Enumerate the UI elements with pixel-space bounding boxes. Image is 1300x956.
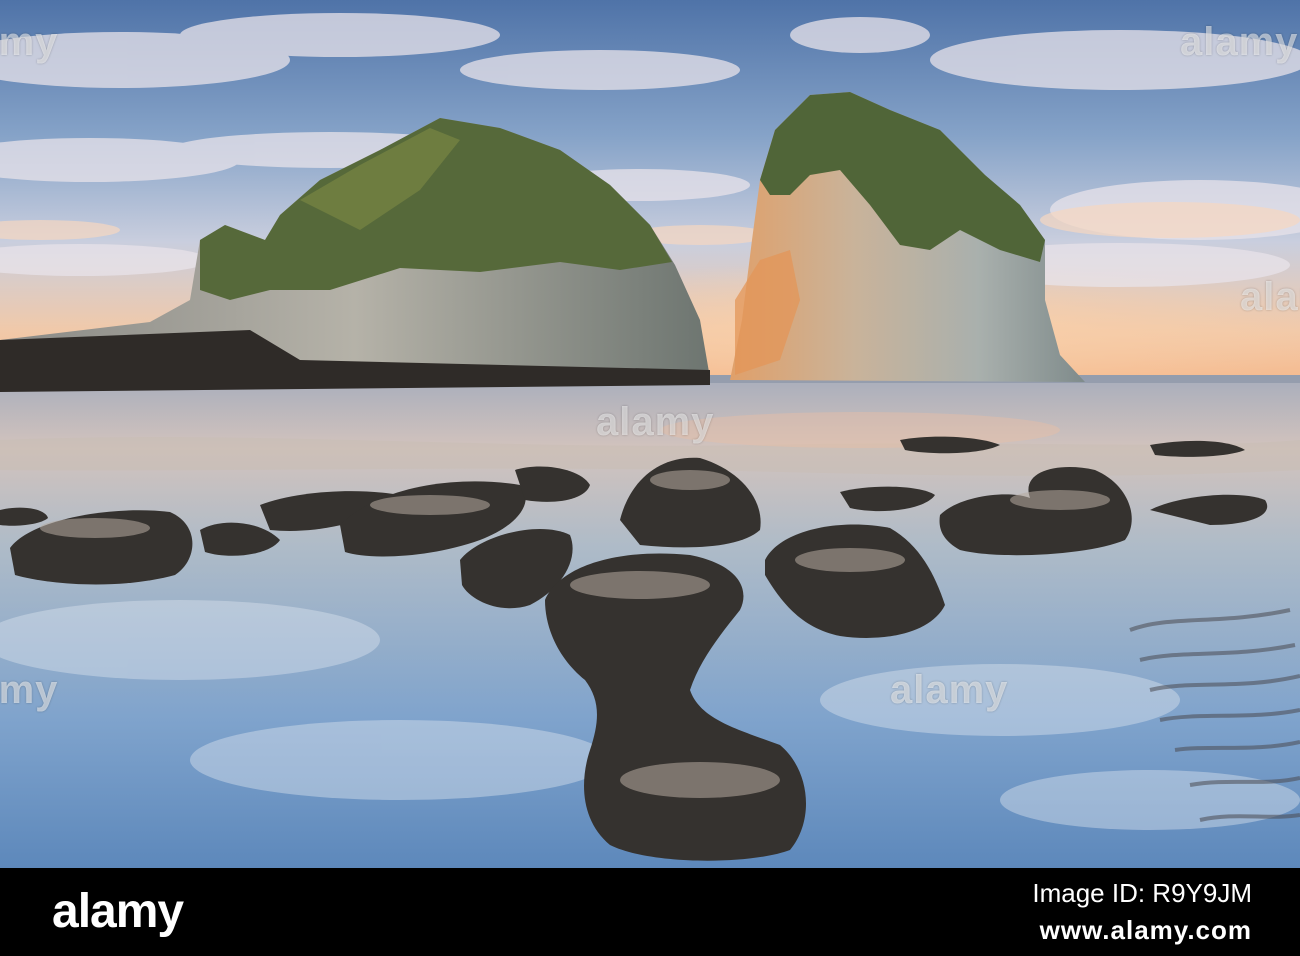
site-url: www.alamy.com [1039,915,1252,945]
image-meta: Image ID: R9Y9JM www.alamy.com [1032,878,1252,946]
brand-logo: alamy [52,885,184,938]
watermark: alamy [1180,20,1299,64]
footer-bar: alamy Image ID: R9Y9JM www.alamy.com [0,868,1300,956]
watermark: alamy [596,400,715,444]
watermark: alamy [1240,275,1300,319]
watermark: alamy [890,668,1009,712]
watermark: alamy [0,20,59,64]
image-id: Image ID: R9Y9JM [1032,878,1252,908]
watermark: alamy [0,668,59,712]
photo: alamy alamy alamy alamy alamy alamy alam… [0,0,1300,868]
